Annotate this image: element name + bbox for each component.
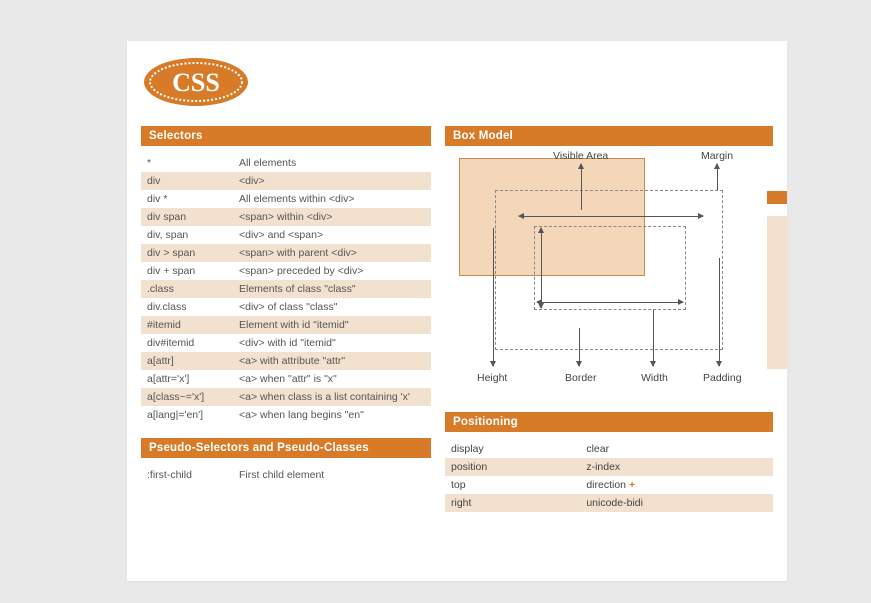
- table-row: div + span<span> preceded by <div>: [141, 262, 431, 280]
- selector-cell: div: [141, 172, 233, 190]
- positioning-prop-left: right: [445, 494, 580, 512]
- table-row: a[class~='x']<a> when class is a list co…: [141, 388, 431, 406]
- selector-desc-cell: <div> of class "class": [233, 298, 431, 316]
- selector-desc-cell: Elements of class "class": [233, 280, 431, 298]
- selector-desc-cell: <a> when lang begins "en": [233, 406, 431, 424]
- left-column: Selectors *All elementsdiv<div>div *All …: [141, 126, 431, 526]
- selector-desc-cell: <span> within <div>: [233, 208, 431, 226]
- table-row: #itemidElement with id "itemid": [141, 316, 431, 334]
- selector-desc-cell: <a> when class is a list containing 'x': [233, 388, 431, 406]
- arrow: [493, 228, 494, 366]
- selector-cell: div *: [141, 190, 233, 208]
- boxmodel-diagram: Visible Area Margin Height Border Width …: [459, 158, 759, 398]
- label-height: Height: [477, 372, 507, 384]
- table-row: div *All elements within <div>: [141, 190, 431, 208]
- selector-desc-cell: <div> and <span>: [233, 226, 431, 244]
- selector-desc-cell: <div>: [233, 172, 431, 190]
- table-row: :first-childFirst child element: [141, 466, 431, 484]
- selector-desc-cell: <a> when "attr" is "x": [233, 370, 431, 388]
- plus-icon: +: [626, 479, 635, 491]
- selector-cell: a[attr]: [141, 352, 233, 370]
- arrow: [541, 228, 542, 308]
- positioning-section: Positioning displayclearpositionz-indext…: [445, 412, 773, 512]
- pseudo-cell: :first-child: [141, 466, 233, 484]
- table-row: topdirection +: [445, 476, 773, 494]
- selector-desc-cell: All elements within <div>: [233, 190, 431, 208]
- selector-cell: *: [141, 154, 233, 172]
- table-row: div.class<div> of class "class": [141, 298, 431, 316]
- selector-cell: div, span: [141, 226, 233, 244]
- positioning-prop-right: z-index: [580, 458, 773, 476]
- table-row: *All elements: [141, 154, 431, 172]
- label-border: Border: [565, 372, 597, 384]
- pseudo-desc-cell: First child element: [233, 466, 431, 484]
- table-row: div#itemid<div> with id "itemid": [141, 334, 431, 352]
- arrow: [717, 164, 718, 190]
- positioning-prop-right: direction +: [580, 476, 773, 494]
- positioning-prop-right: unicode-bidi: [580, 494, 773, 512]
- positioning-prop-left: position: [445, 458, 580, 476]
- selectors-section: Selectors *All elementsdiv<div>div *All …: [141, 126, 431, 424]
- selector-cell: div span: [141, 208, 233, 226]
- selector-cell: div#itemid: [141, 334, 233, 352]
- table-row: div > span<span> with parent <div>: [141, 244, 431, 262]
- css-logo-icon: CSS: [141, 55, 251, 109]
- arrow: [653, 310, 654, 366]
- arrow: [719, 258, 720, 366]
- right-column: Box Model Visible Area Margin Height Bor…: [445, 126, 773, 526]
- selector-desc-cell: All elements: [233, 154, 431, 172]
- selector-cell: .class: [141, 280, 233, 298]
- edge-stripes: [767, 191, 787, 369]
- selector-cell: a[class~='x']: [141, 388, 233, 406]
- arrow: [519, 216, 703, 217]
- positioning-prop-right: clear: [580, 440, 773, 458]
- table-row: positionz-index: [445, 458, 773, 476]
- label-margin: Margin: [701, 150, 733, 162]
- arrow: [581, 164, 582, 210]
- table-row: div, span<div> and <span>: [141, 226, 431, 244]
- positioning-prop-left: display: [445, 440, 580, 458]
- table-row: .classElements of class "class": [141, 280, 431, 298]
- selector-desc-cell: <span> with parent <div>: [233, 244, 431, 262]
- label-padding: Padding: [703, 372, 742, 384]
- cheatsheet-page: CSS Selectors *All elementsdiv<div>div *…: [127, 41, 787, 581]
- arrow: [537, 302, 683, 303]
- pseudo-heading: Pseudo-Selectors and Pseudo-Classes: [141, 438, 431, 458]
- padding-box: [534, 226, 686, 310]
- table-row: a[attr='x']<a> when "attr" is "x": [141, 370, 431, 388]
- table-row: rightunicode-bidi: [445, 494, 773, 512]
- table-row: a[attr]<a> with attribute "attr": [141, 352, 431, 370]
- positioning-heading: Positioning: [445, 412, 773, 432]
- label-visible-area: Visible Area: [553, 150, 608, 162]
- table-row: div span<span> within <div>: [141, 208, 431, 226]
- selector-cell: div > span: [141, 244, 233, 262]
- selector-desc-cell: <div> with id "itemid": [233, 334, 431, 352]
- positioning-prop-left: top: [445, 476, 580, 494]
- table-row: displayclear: [445, 440, 773, 458]
- table-row: div<div>: [141, 172, 431, 190]
- selector-cell: div + span: [141, 262, 233, 280]
- arrow: [579, 328, 580, 366]
- selector-desc-cell: <a> with attribute "attr": [233, 352, 431, 370]
- selector-cell: #itemid: [141, 316, 233, 334]
- positioning-table: displayclearpositionz-indextopdirection …: [445, 440, 773, 512]
- pseudo-section: Pseudo-Selectors and Pseudo-Classes :fir…: [141, 438, 431, 484]
- selector-desc-cell: Element with id "itemid": [233, 316, 431, 334]
- svg-text:CSS: CSS: [172, 68, 220, 97]
- selector-desc-cell: <span> preceded by <div>: [233, 262, 431, 280]
- boxmodel-section: Box Model Visible Area Margin Height Bor…: [445, 126, 773, 398]
- logo: CSS: [141, 55, 773, 112]
- selector-cell: a[attr='x']: [141, 370, 233, 388]
- selectors-table: *All elementsdiv<div>div *All elements w…: [141, 154, 431, 424]
- selector-cell: div.class: [141, 298, 233, 316]
- boxmodel-heading: Box Model: [445, 126, 773, 146]
- table-row: a[lang|='en']<a> when lang begins "en": [141, 406, 431, 424]
- pseudo-table: :first-childFirst child element: [141, 466, 431, 484]
- label-width: Width: [641, 372, 668, 384]
- selectors-heading: Selectors: [141, 126, 431, 146]
- selector-cell: a[lang|='en']: [141, 406, 233, 424]
